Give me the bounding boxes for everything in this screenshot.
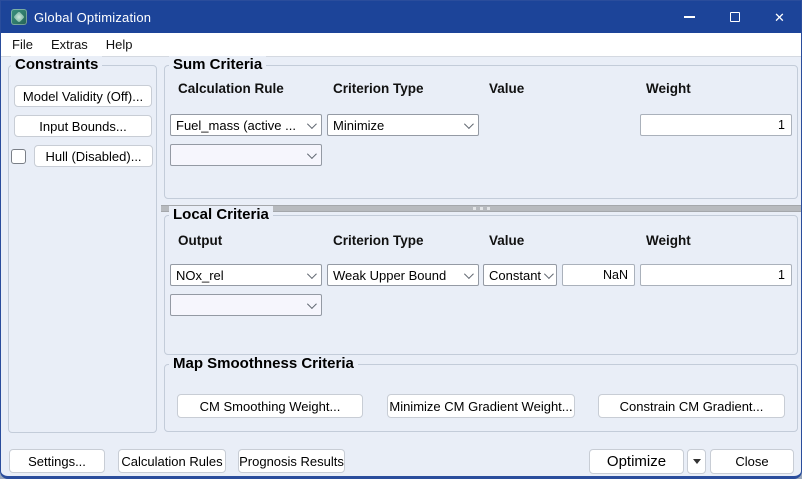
splitter-dot: [480, 207, 483, 210]
sum-new-rule-dropdown[interactable]: [170, 144, 322, 166]
model-validity-button[interactable]: Model Validity (Off)...: [14, 85, 152, 107]
local-value-type-dropdown[interactable]: Constant: [483, 264, 557, 286]
splitter-dot: [473, 207, 476, 210]
local-output-value: NOx_rel: [176, 268, 224, 283]
hull-button[interactable]: Hull (Disabled)...: [34, 145, 153, 167]
settings-button[interactable]: Settings...: [9, 449, 105, 473]
local-new-output-dropdown[interactable]: [170, 294, 322, 316]
local-criteria-group: Local Criteria Output Criterion Type Val…: [164, 215, 798, 355]
minimize-icon: [684, 16, 695, 18]
map-smoothness-title: Map Smoothness Criteria: [169, 355, 358, 372]
menu-extras[interactable]: Extras: [42, 33, 97, 57]
constraints-title: Constraints: [11, 56, 102, 73]
maximize-icon: [730, 12, 740, 22]
local-criteria-title: Local Criteria: [169, 206, 273, 223]
chevron-down-icon: [544, 269, 554, 279]
constrain-cm-gradient-button[interactable]: Constrain CM Gradient...: [598, 394, 785, 418]
chevron-down-icon: [307, 269, 317, 279]
local-header-value: Value: [489, 233, 524, 248]
chevron-down-icon: [464, 269, 474, 279]
sum-criterion-type-value: Minimize: [333, 118, 384, 133]
constraints-group: Constraints Model Validity (Off)... Inpu…: [8, 65, 157, 433]
minimize-cm-gradient-weight-button[interactable]: Minimize CM Gradient Weight...: [387, 394, 575, 418]
window-controls: ✕: [667, 1, 802, 33]
chevron-down-icon: [307, 299, 317, 309]
chevron-down-icon: [307, 119, 317, 129]
chevron-down-icon: [464, 119, 474, 129]
local-output-dropdown[interactable]: NOx_rel: [170, 264, 322, 286]
sum-criterion-type-dropdown[interactable]: Minimize: [327, 114, 479, 136]
local-criterion-type-value: Weak Upper Bound: [333, 268, 446, 283]
close-dialog-button[interactable]: Close: [710, 449, 794, 474]
sum-criteria-group: Sum Criteria Calculation Rule Criterion …: [164, 65, 798, 199]
dropdown-arrow-icon: [693, 459, 701, 464]
app-icon: [11, 9, 27, 25]
menu-help[interactable]: Help: [97, 33, 142, 57]
sum-criteria-title: Sum Criteria: [169, 56, 266, 73]
minimize-button[interactable]: [667, 1, 712, 33]
sum-calculation-rule-dropdown[interactable]: Fuel_mass (active ...: [170, 114, 322, 136]
chevron-down-icon: [307, 149, 317, 159]
cm-smoothing-weight-button[interactable]: CM Smoothing Weight...: [177, 394, 363, 418]
local-header-output: Output: [178, 233, 222, 248]
calculation-rules-button[interactable]: Calculation Rules: [118, 449, 226, 473]
map-smoothness-group: Map Smoothness Criteria CM Smoothing Wei…: [164, 364, 798, 432]
input-bounds-button[interactable]: Input Bounds...: [14, 115, 152, 137]
local-criterion-type-dropdown[interactable]: Weak Upper Bound: [327, 264, 479, 286]
local-value-input[interactable]: [562, 264, 635, 286]
prognosis-results-button[interactable]: Prognosis Results: [238, 449, 345, 473]
hull-checkbox[interactable]: [11, 149, 26, 164]
maximize-button[interactable]: [712, 1, 757, 33]
sum-header-weight: Weight: [646, 81, 691, 96]
optimize-dropdown-button[interactable]: [687, 449, 706, 474]
menu-file[interactable]: File: [3, 33, 42, 57]
close-icon: ✕: [774, 11, 785, 24]
global-optimization-window: Global Optimization ✕ File Extras Help C…: [0, 0, 802, 479]
local-value-type-value: Constant: [489, 268, 541, 283]
optimize-button[interactable]: Optimize: [589, 449, 684, 474]
local-weight-input[interactable]: [640, 264, 792, 286]
sum-weight-input[interactable]: [640, 114, 792, 136]
window-title: Global Optimization: [34, 10, 151, 25]
sum-calculation-rule-value: Fuel_mass (active ...: [176, 118, 296, 133]
menubar: File Extras Help: [1, 33, 801, 57]
titlebar: Global Optimization ✕: [0, 1, 802, 33]
local-header-criterion-type: Criterion Type: [333, 233, 424, 248]
sum-header-calculation-rule: Calculation Rule: [178, 81, 284, 96]
local-header-weight: Weight: [646, 233, 691, 248]
splitter-dot: [487, 207, 490, 210]
sum-header-criterion-type: Criterion Type: [333, 81, 424, 96]
sum-header-value: Value: [489, 81, 524, 96]
close-button[interactable]: ✕: [757, 1, 802, 33]
